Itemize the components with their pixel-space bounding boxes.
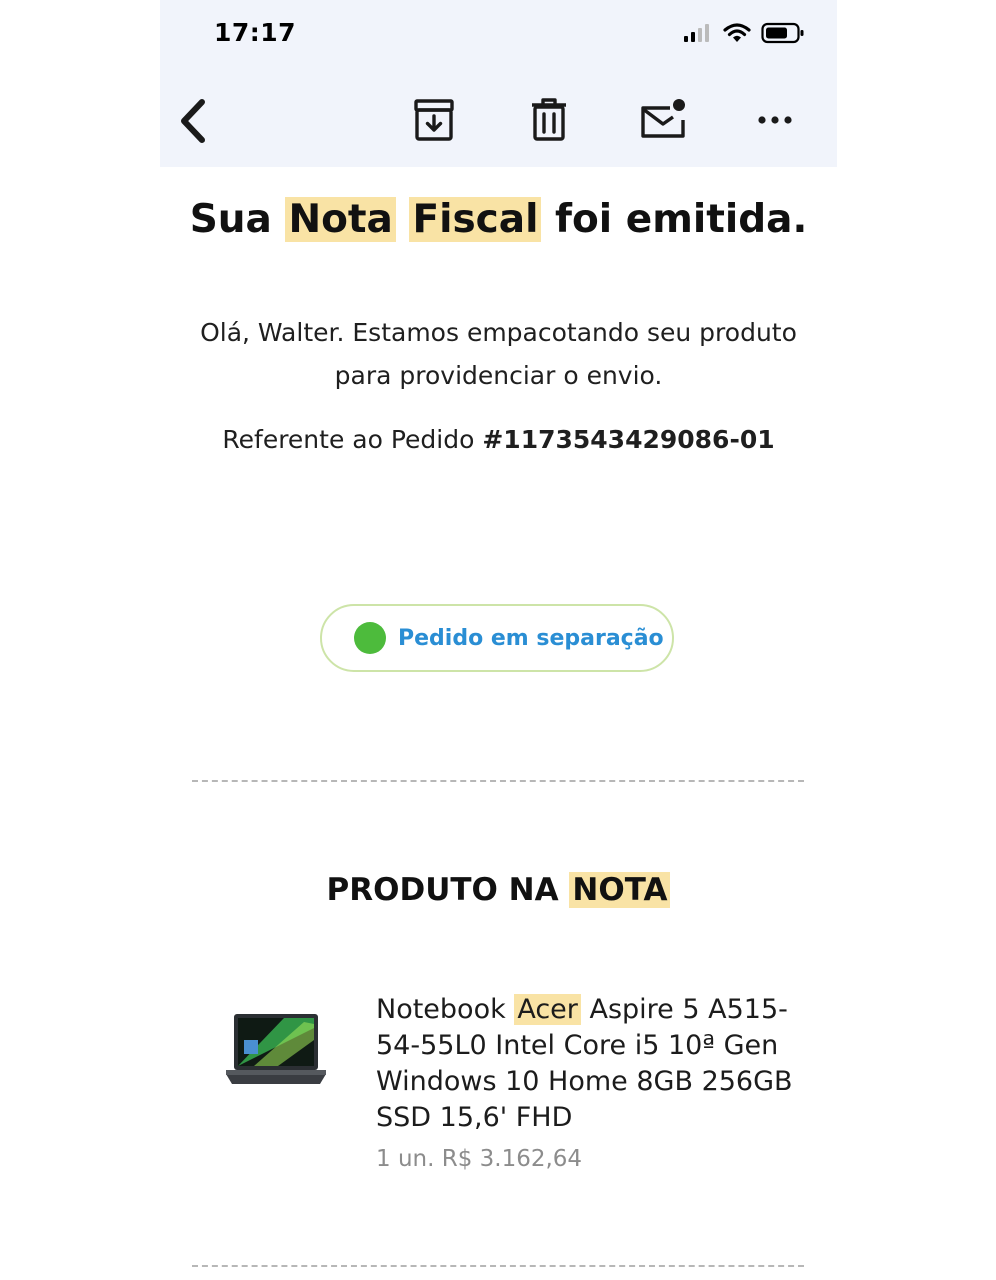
product-thumbnail[interactable]: [224, 1012, 328, 1096]
product-name-line: Windows 10 Home 8GB 256GB: [376, 1066, 793, 1097]
product-name-line: Notebook Acer Aspire 5 A515-: [376, 992, 806, 1028]
more-button[interactable]: [756, 96, 796, 144]
order-prefix: Referente ao Pedido: [222, 425, 475, 454]
title-text: foi emitida.: [555, 197, 808, 242]
signal-icon: [684, 24, 709, 42]
dashed-divider: [192, 780, 804, 782]
section-highlight: NOTA: [569, 872, 671, 908]
chevron-left-icon: [181, 99, 205, 143]
section-title: PRODUTO NA NOTA: [160, 872, 837, 908]
order-status-label: Pedido em separação: [398, 625, 664, 651]
product-name-line: 54-55L0 Intel Core i5 10ª Gen: [376, 1030, 779, 1061]
greeting-line-2: para providenciar o envio.: [334, 361, 663, 390]
battery-icon: [761, 22, 804, 44]
product-name-text: Aspire 5 A515-: [589, 994, 788, 1025]
order-number: #1173543429086-01: [482, 425, 775, 454]
laptop-icon: [226, 1014, 326, 1084]
title-highlight: Nota: [285, 197, 396, 242]
back-button[interactable]: [174, 96, 214, 146]
product-name-text: Notebook: [376, 994, 506, 1025]
mark-unread-button[interactable]: [638, 96, 688, 144]
status-icons: [683, 22, 805, 44]
order-reference: Referente ao Pedido #1173543429086-01: [160, 425, 837, 454]
email-title: Sua Nota Fiscal foi emitida.: [160, 197, 837, 242]
product-price: 1 un. R$ 3.162,64: [376, 1146, 583, 1172]
trash-icon: [532, 98, 566, 141]
product-name-line: SSD 15,6' FHD: [376, 1102, 573, 1133]
wifi-icon: [723, 23, 751, 42]
section-text: PRODUTO NA: [326, 872, 559, 908]
email-view: 17:17 Sua Nota Fiscal foi emitida. Olá, …: [160, 0, 837, 1280]
product-name[interactable]: Notebook Acer Aspire 5 A515- 54-55L0 Int…: [376, 992, 806, 1136]
archive-button[interactable]: [412, 96, 456, 144]
status-time: 17:17: [214, 18, 297, 47]
delete-button[interactable]: [528, 96, 570, 144]
dashed-divider: [192, 1265, 804, 1267]
mail-unread-icon: [641, 99, 685, 138]
more-horizontal-icon: [758, 116, 792, 124]
order-status-badge[interactable]: Pedido em separação: [320, 604, 674, 672]
top-bar: 17:17: [160, 0, 837, 167]
product-brand-highlight: Acer: [514, 994, 581, 1025]
archive-icon: [414, 99, 454, 141]
status-dot-icon: [354, 622, 386, 654]
title-highlight: Fiscal: [409, 197, 542, 242]
title-text: Sua: [189, 197, 272, 242]
greeting-line-1: Olá, Walter. Estamos empacotando seu pro…: [200, 318, 797, 347]
